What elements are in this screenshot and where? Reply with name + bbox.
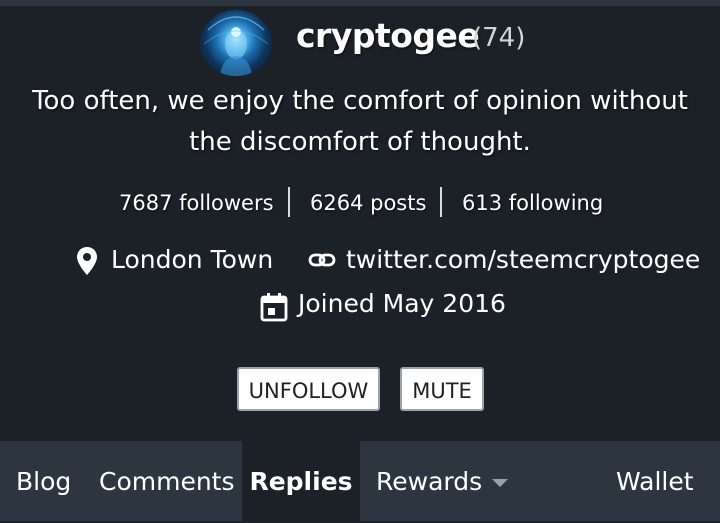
tab-replies[interactable]: Replies <box>242 441 360 521</box>
profile-tabs: Blog Comments Replies Rewards Wallet <box>0 441 720 521</box>
profile-header: cryptogee (74) Too often, we enjoy the c… <box>0 6 720 441</box>
username: cryptogee <box>296 16 480 55</box>
reputation-score: (74) <box>472 23 526 53</box>
calendar-icon <box>260 292 288 326</box>
avatar[interactable] <box>200 10 272 76</box>
link-icon <box>308 251 336 273</box>
dropdown-caret-icon <box>492 479 509 487</box>
unfollow-button[interactable]: UNFOLLOW <box>237 367 380 411</box>
stats-separator <box>288 187 290 217</box>
tab-wallet[interactable]: Wallet <box>616 441 694 521</box>
map-pin-icon <box>76 246 98 280</box>
tab-comments[interactable]: Comments <box>99 441 235 521</box>
tab-rewards[interactable]: Rewards <box>376 441 509 521</box>
profile-info: London Town twitter.com/steemcryptogee J… <box>0 242 720 322</box>
avatar-face-icon <box>203 16 269 76</box>
posts-count: 6264 posts <box>310 191 427 215</box>
website-link[interactable]: twitter.com/steemcryptogee <box>346 242 700 278</box>
tab-blog[interactable]: Blog <box>16 441 71 521</box>
tab-rewards-label: Rewards <box>376 467 483 496</box>
following-count[interactable]: 613 following <box>462 186 603 220</box>
mute-button[interactable]: MUTE <box>400 367 484 411</box>
joined-date: Joined May 2016 <box>298 289 506 318</box>
profile-about: Too often, we enjoy the comfort of opini… <box>32 86 688 157</box>
followers-count[interactable]: 7687 followers <box>119 186 274 220</box>
profile-stats: 7687 followers 6264 posts 613 following <box>0 186 720 220</box>
stats-separator <box>440 187 442 217</box>
location-text: London Town <box>111 245 274 274</box>
